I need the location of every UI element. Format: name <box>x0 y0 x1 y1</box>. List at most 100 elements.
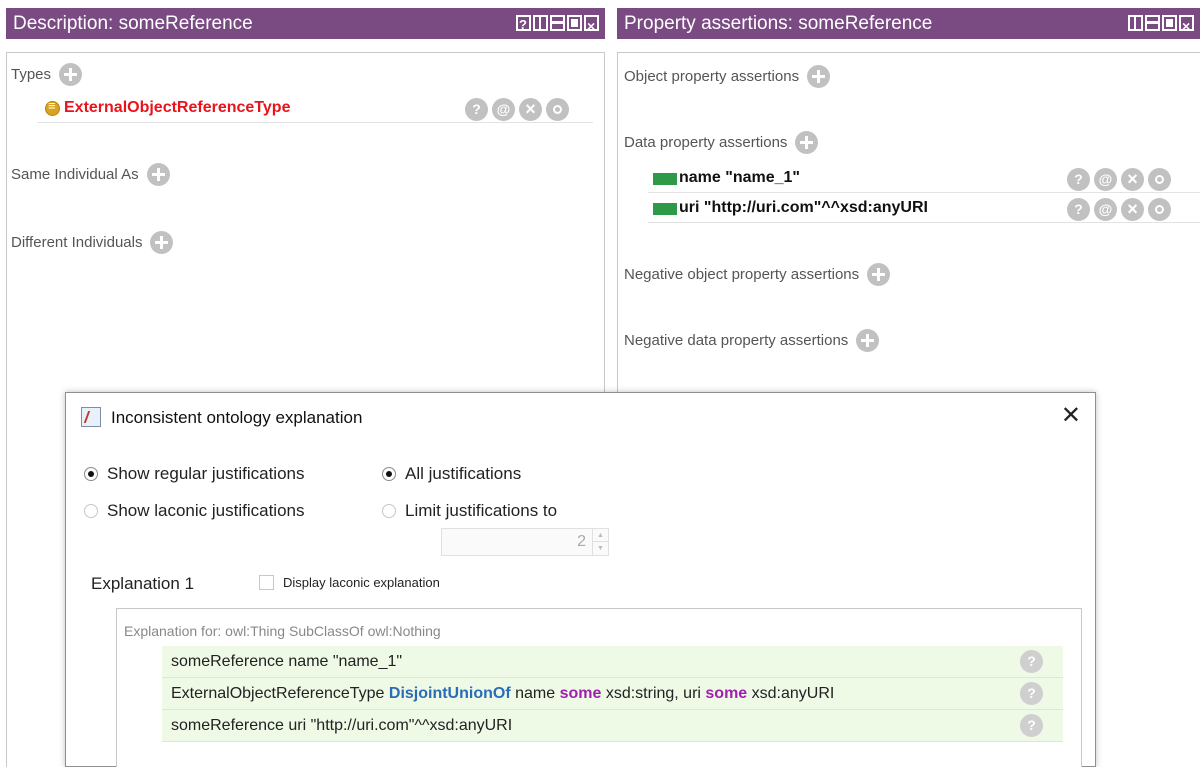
types-section: Types <box>11 63 83 86</box>
radio-unselected-icon[interactable] <box>84 504 98 518</box>
annotate-icon[interactable] <box>1094 198 1117 221</box>
split-vertical-icon[interactable] <box>1128 15 1143 31</box>
radio-limit-label: Limit justifications to <box>405 501 558 520</box>
java-app-icon <box>81 407 101 427</box>
add-different-individual-icon[interactable] <box>150 231 174 254</box>
data-property-icon <box>653 173 677 185</box>
laconic-checkbox-label: Display laconic explanation <box>283 575 440 590</box>
edit-icon[interactable] <box>1148 168 1171 191</box>
property-assertions-header: Property assertions: someReference <box>617 8 1200 42</box>
axiom-row[interactable]: someReference uri "http://uri.com"^^xsd:… <box>162 710 1063 742</box>
object-props-section: Object property assertions <box>624 65 831 88</box>
spinner-down-icon[interactable]: ▼ <box>593 542 608 555</box>
description-view-header: Description: someReference <box>6 8 605 42</box>
radio-all-label: All justifications <box>405 464 522 483</box>
axiom-row[interactable]: someReference name "name_1" <box>162 646 1063 678</box>
radio-regular-justifications[interactable]: Show regular justifications <box>84 464 304 484</box>
split-vertical-icon[interactable] <box>533 15 548 31</box>
view-help-icon[interactable] <box>516 9 531 40</box>
axiom-part: name <box>510 685 560 702</box>
checkbox-icon[interactable] <box>259 575 274 590</box>
radio-laconic-label: Show laconic justifications <box>107 501 305 520</box>
property-view-controls <box>1128 11 1194 42</box>
radio-selected-icon[interactable] <box>382 467 396 481</box>
explain-icon[interactable] <box>1020 650 1043 673</box>
data-assertion-row[interactable]: uri "http://uri.com"^^xsd:anyURI <box>648 195 1200 223</box>
axiom-keyword: DisjointUnionOf <box>388 685 511 702</box>
radio-limit-justifications[interactable]: Limit justifications to <box>382 501 557 521</box>
axiom-row[interactable]: ExternalObjectReferenceType DisjointUnio… <box>162 678 1063 710</box>
add-neg-object-prop-icon[interactable] <box>867 263 891 286</box>
annotate-icon[interactable] <box>492 98 515 121</box>
axiom-text: someReference uri "http://uri.com"^^xsd:… <box>171 717 513 734</box>
data-props-section: Data property assertions <box>624 131 819 154</box>
add-same-individual-icon[interactable] <box>146 163 170 186</box>
spinner-buttons: ▲ ▼ <box>592 529 608 555</box>
different-individuals-section: Different Individuals <box>11 231 174 254</box>
explain-icon[interactable] <box>1020 714 1043 737</box>
add-neg-data-prop-icon[interactable] <box>856 329 880 352</box>
radio-all-justifications[interactable]: All justifications <box>382 464 521 484</box>
dialog-title-bar: Inconsistent ontology explanation ✕ <box>66 393 1095 443</box>
explain-icon[interactable] <box>1067 168 1090 191</box>
edit-icon[interactable] <box>546 98 569 121</box>
close-view-icon[interactable] <box>1179 11 1194 42</box>
axiom-keyword: some <box>705 685 748 702</box>
radio-unselected-icon[interactable] <box>382 504 396 518</box>
types-label: Types <box>11 66 52 83</box>
close-view-icon[interactable] <box>584 11 599 42</box>
radio-laconic-justifications[interactable]: Show laconic justifications <box>84 501 304 521</box>
limit-value: 2 <box>577 533 586 550</box>
neg-object-props-section: Negative object property assertions <box>624 263 891 286</box>
data-row-actions <box>1067 168 1171 191</box>
spinner-up-icon[interactable]: ▲ <box>593 529 608 542</box>
add-data-prop-icon[interactable] <box>795 131 819 154</box>
type-row[interactable]: ExternalObjectReferenceType <box>37 95 593 123</box>
axiom-part: ExternalObjectReferenceType <box>171 685 389 702</box>
data-assertion-text: name "name_1" <box>679 169 801 186</box>
description-view-controls <box>516 9 599 42</box>
laconic-explanation-checkbox[interactable]: Display laconic explanation <box>259 575 440 590</box>
edit-icon[interactable] <box>1148 198 1171 221</box>
add-object-prop-icon[interactable] <box>807 65 831 88</box>
data-assertion-row[interactable]: name "name_1" <box>648 165 1200 193</box>
dialog-title: Inconsistent ontology explanation <box>111 408 363 427</box>
delete-icon[interactable] <box>519 98 542 121</box>
axiom-text: someReference name "name_1" <box>171 653 403 670</box>
explanation-panel: Explanation for: owl:Thing SubClassOf ow… <box>116 608 1082 767</box>
type-class-name: ExternalObjectReferenceType <box>64 99 291 116</box>
data-property-icon <box>653 203 677 215</box>
split-horizontal-icon[interactable] <box>1145 15 1160 31</box>
axiom-keyword: some <box>559 685 602 702</box>
annotate-icon[interactable] <box>1094 168 1117 191</box>
close-icon[interactable]: ✕ <box>1061 401 1081 430</box>
add-type-icon[interactable] <box>59 63 83 86</box>
axiom-part: xsd:string, uri <box>601 685 706 702</box>
same-individual-section: Same Individual As <box>11 163 170 186</box>
maximize-icon[interactable] <box>1162 15 1177 31</box>
maximize-icon[interactable] <box>567 15 582 31</box>
explanation-label: Explanation 1 <box>91 574 195 593</box>
different-individuals-label: Different Individuals <box>11 234 143 251</box>
property-assertions-title: Property assertions: someReference <box>624 13 933 34</box>
neg-object-props-label: Negative object property assertions <box>624 266 860 283</box>
same-individual-label: Same Individual As <box>11 166 139 183</box>
inconsistent-ontology-dialog: Inconsistent ontology explanation ✕ Show… <box>65 392 1096 767</box>
data-row-actions <box>1067 198 1171 221</box>
explain-icon[interactable] <box>1020 682 1043 705</box>
delete-icon[interactable] <box>1121 168 1144 191</box>
split-horizontal-icon[interactable] <box>550 15 565 31</box>
explanation-for-text: Explanation for: owl:Thing SubClassOf ow… <box>124 623 441 639</box>
data-props-label: Data property assertions <box>624 134 788 151</box>
object-props-label: Object property assertions <box>624 68 800 85</box>
data-assertion-text: uri "http://uri.com"^^xsd:anyURI <box>679 199 928 216</box>
explain-icon[interactable] <box>465 98 488 121</box>
neg-data-props-section: Negative data property assertions <box>624 329 880 352</box>
axiom-part: xsd:anyURI <box>747 685 835 702</box>
delete-icon[interactable] <box>1121 198 1144 221</box>
radio-selected-icon[interactable] <box>84 467 98 481</box>
axiom-text: ExternalObjectReferenceType DisjointUnio… <box>171 685 834 703</box>
neg-data-props-label: Negative data property assertions <box>624 332 849 349</box>
limit-spinner[interactable]: 2 ▲ ▼ <box>441 528 609 556</box>
explain-icon[interactable] <box>1067 198 1090 221</box>
